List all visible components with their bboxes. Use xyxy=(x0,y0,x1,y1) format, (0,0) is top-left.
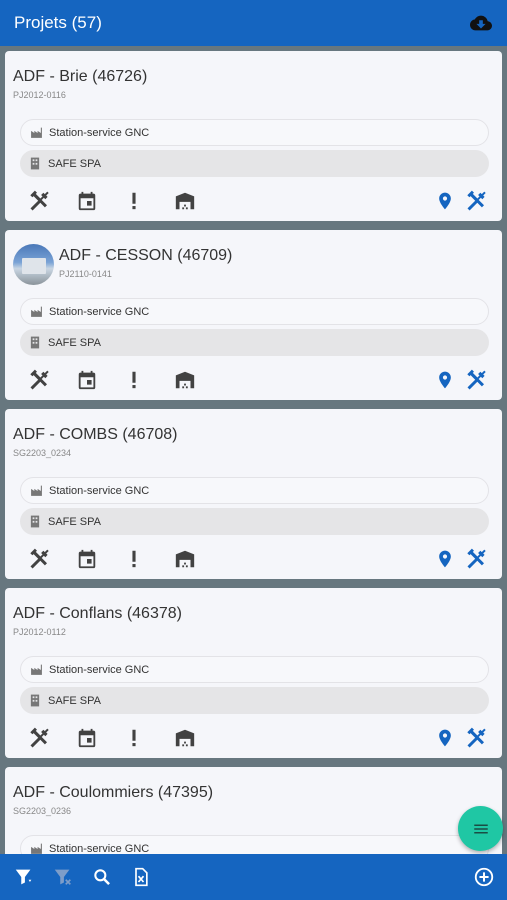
warehouse-icon[interactable] xyxy=(172,188,198,214)
factory-icon xyxy=(29,305,43,319)
project-type-label: Station-service GNC xyxy=(49,484,150,497)
project-type-chip: Station-service GNC xyxy=(20,835,489,854)
company-label: SAFE SPA xyxy=(48,336,101,349)
project-type-chip: Station-service GNC xyxy=(20,298,489,325)
project-card[interactable]: ADF - Brie (46726) PJ2012-0116 Station-s… xyxy=(5,51,502,221)
calendar-icon[interactable] xyxy=(74,367,100,393)
excel-export-icon[interactable] xyxy=(129,865,153,889)
project-header: ADF - Conflans (46378) PJ2012-0112 xyxy=(13,602,182,637)
project-name: ADF - Conflans (46378) xyxy=(13,605,182,622)
project-code: SG2203_0234 xyxy=(13,448,72,458)
cloud-download-icon[interactable] xyxy=(469,11,493,35)
project-list[interactable]: ADF - Brie (46726) PJ2012-0116 Station-s… xyxy=(0,46,507,854)
location-pin-icon[interactable] xyxy=(432,188,458,214)
tools-icon[interactable] xyxy=(27,367,53,393)
tools-blue-icon[interactable] xyxy=(464,546,490,572)
company-label: SAFE SPA xyxy=(48,694,101,707)
company-chip: SAFE SPA xyxy=(20,508,489,535)
location-pin-icon[interactable] xyxy=(432,725,458,751)
card-actions xyxy=(25,546,490,572)
project-type-chip: Station-service GNC xyxy=(20,656,489,683)
project-card[interactable]: ADF - CESSON (46709) PJ2110-0141 Station… xyxy=(5,230,502,400)
building-icon xyxy=(28,515,42,529)
project-type-label: Station-service GNC xyxy=(49,842,150,855)
project-name: ADF - Coulommiers (47395) xyxy=(13,784,214,801)
warehouse-icon[interactable] xyxy=(172,725,198,751)
tools-icon[interactable] xyxy=(27,725,53,751)
project-header: ADF - Coulommiers (47395) SG2203_0236 xyxy=(13,781,213,816)
project-type-label: Station-service GNC xyxy=(49,126,150,139)
calendar-icon[interactable] xyxy=(74,725,100,751)
tools-blue-icon[interactable] xyxy=(464,725,490,751)
project-code: PJ2012-0112 xyxy=(13,627,66,637)
card-actions xyxy=(25,188,490,214)
avatar xyxy=(13,244,54,285)
building-icon xyxy=(28,336,42,350)
calendar-icon[interactable] xyxy=(74,546,100,572)
tools-icon[interactable] xyxy=(27,546,53,572)
project-name: ADF - CESSON (46709) xyxy=(59,247,233,264)
search-icon[interactable] xyxy=(90,865,114,889)
factory-icon xyxy=(29,484,43,498)
add-circle-icon[interactable] xyxy=(472,865,496,889)
project-card[interactable]: ADF - Coulommiers (47395) SG2203_0236 St… xyxy=(5,767,502,854)
project-header: ADF - CESSON (46709) PJ2110-0141 xyxy=(13,244,232,285)
location-pin-icon[interactable] xyxy=(432,546,458,572)
project-header: ADF - COMBS (46708) SG2203_0234 xyxy=(13,423,177,458)
tools-blue-icon[interactable] xyxy=(464,367,490,393)
tools-icon[interactable] xyxy=(27,188,53,214)
building-icon xyxy=(28,694,42,708)
app-bar: Projets (57) xyxy=(0,0,507,46)
project-type-label: Station-service GNC xyxy=(49,663,150,676)
project-code: PJ2012-0116 xyxy=(13,90,66,100)
company-chip: SAFE SPA xyxy=(20,687,489,714)
card-actions xyxy=(25,367,490,393)
alert-icon[interactable] xyxy=(121,367,147,393)
clear-filter-icon[interactable] xyxy=(51,865,75,889)
card-actions xyxy=(25,725,490,751)
factory-icon xyxy=(29,126,43,140)
page-title: Projets (57) xyxy=(14,13,102,32)
location-pin-icon[interactable] xyxy=(432,367,458,393)
warehouse-icon[interactable] xyxy=(172,367,198,393)
project-code: PJ2110-0141 xyxy=(59,269,112,279)
project-type-chip: Station-service GNC xyxy=(20,477,489,504)
warehouse-icon[interactable] xyxy=(172,546,198,572)
bottom-toolbar xyxy=(0,854,507,900)
project-card[interactable]: ADF - COMBS (46708) SG2203_0234 Station-… xyxy=(5,409,502,579)
project-header: ADF - Brie (46726) PJ2012-0116 xyxy=(13,65,147,100)
menu-icon xyxy=(473,824,488,833)
factory-icon xyxy=(29,663,43,677)
factory-icon xyxy=(29,842,43,855)
company-chip: SAFE SPA xyxy=(20,150,489,177)
filter-icon[interactable] xyxy=(12,865,36,889)
menu-fab[interactable] xyxy=(458,806,503,851)
alert-icon[interactable] xyxy=(121,188,147,214)
company-label: SAFE SPA xyxy=(48,157,101,170)
company-chip: SAFE SPA xyxy=(20,329,489,356)
project-name: ADF - Brie (46726) xyxy=(13,68,148,85)
calendar-icon[interactable] xyxy=(74,188,100,214)
company-label: SAFE SPA xyxy=(48,515,101,528)
alert-icon[interactable] xyxy=(121,725,147,751)
tools-blue-icon[interactable] xyxy=(464,188,490,214)
project-name: ADF - COMBS (46708) xyxy=(13,426,178,443)
project-code: SG2203_0236 xyxy=(13,806,72,816)
project-type-chip: Station-service GNC xyxy=(20,119,489,146)
building-icon xyxy=(28,157,42,171)
project-type-label: Station-service GNC xyxy=(49,305,150,318)
alert-icon[interactable] xyxy=(121,546,147,572)
project-card[interactable]: ADF - Conflans (46378) PJ2012-0112 Stati… xyxy=(5,588,502,758)
